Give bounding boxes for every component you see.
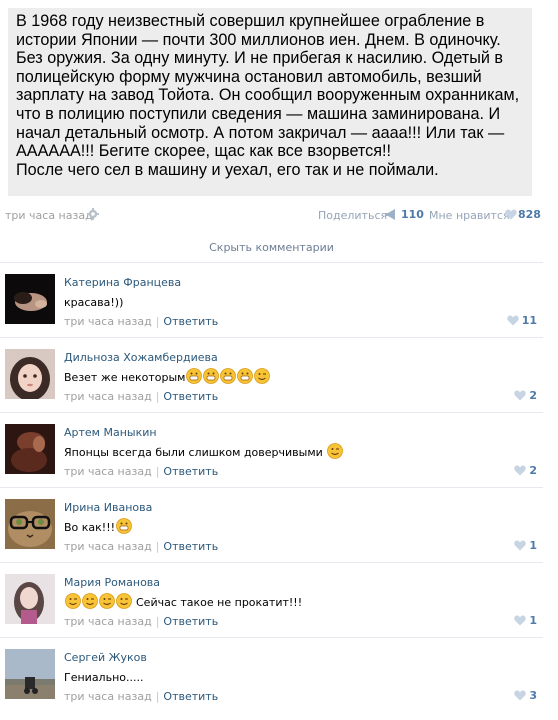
emoji-grin-icon xyxy=(202,367,220,387)
reply-button[interactable]: Ответить xyxy=(163,540,218,553)
comment-text: Гениально..... xyxy=(64,668,143,686)
heart-icon xyxy=(514,465,527,476)
gear-icon[interactable] xyxy=(87,208,99,220)
comment-like-count: 1 xyxy=(529,614,537,627)
comment-text-content: красава!)) xyxy=(64,295,124,309)
emoji-grin-icon xyxy=(185,367,203,387)
comment-time[interactable]: три часа назад xyxy=(64,315,152,328)
comment-text: Во как!!! xyxy=(64,517,132,537)
comment-meta: три часа назад | Ответить xyxy=(64,315,219,328)
comment-like-count: 2 xyxy=(529,464,537,477)
comment-item: Дильноза Хожамбердиева Везет же некоторы… xyxy=(0,337,543,412)
heart-icon xyxy=(514,390,527,401)
heart-icon xyxy=(514,615,527,626)
comment-like-count: 1 xyxy=(529,539,537,552)
heart-icon xyxy=(514,540,527,551)
comment-author[interactable]: Ирина Иванова xyxy=(64,501,152,514)
post-text: В 1968 году неизвестный совершил крупней… xyxy=(16,12,520,179)
comment-text-content: Везет же некоторым xyxy=(64,370,186,384)
comment-like-button[interactable]: 1 xyxy=(514,539,537,552)
comment-like-button[interactable]: 1 xyxy=(514,614,537,627)
post-body: В 1968 году неизвестный совершил крупней… xyxy=(8,8,532,196)
megaphone-icon xyxy=(385,209,395,220)
comments-list: Катерина Францева красава!)) три часа на… xyxy=(0,262,543,712)
emoji-wink-icon xyxy=(64,592,81,612)
comment-time[interactable]: три часа назад xyxy=(64,540,152,553)
avatar[interactable] xyxy=(5,424,55,474)
comment-meta: три часа назад | Ответить xyxy=(64,540,219,553)
comment-author[interactable]: Артем Маныкин xyxy=(64,426,157,439)
emoji-wink-icon xyxy=(98,592,115,612)
comment-text-content: Сейчас такое не прокатит!!! xyxy=(136,595,303,609)
comment-time[interactable]: три часа назад xyxy=(64,615,152,628)
reply-button[interactable]: Ответить xyxy=(163,615,218,628)
avatar[interactable] xyxy=(5,574,55,624)
comment-text: Везет же некоторым xyxy=(64,367,271,387)
comment-item: Артем Маныкин Японцы всегда были слишком… xyxy=(0,412,543,487)
comment-text: красава!)) xyxy=(64,293,123,311)
comment-like-button[interactable]: 11 xyxy=(506,314,537,327)
comment-time[interactable]: три часа назад xyxy=(64,465,152,478)
comment-like-count: 11 xyxy=(521,314,537,327)
comment-item: Ирина Иванова Во как!!! три часа назад | О… xyxy=(0,487,543,562)
emoji-wink-icon xyxy=(115,592,132,612)
comment-author[interactable]: Катерина Францева xyxy=(64,276,181,289)
comment-like-button[interactable]: 2 xyxy=(514,389,537,402)
comment-author[interactable]: Дильноза Хожамбердиева xyxy=(64,351,218,364)
comment-like-count: 3 xyxy=(529,689,537,702)
emoji-wink-icon xyxy=(81,592,98,612)
comment-time[interactable]: три часа назад xyxy=(64,690,152,703)
emoji-wink-icon xyxy=(326,442,343,462)
emoji-grin-icon xyxy=(236,367,254,387)
heart-icon xyxy=(514,690,527,701)
comment-author[interactable]: Сергей Жуков xyxy=(64,651,147,664)
reply-button[interactable]: Ответить xyxy=(163,690,218,703)
comment-item: Мария Романова Сейчас такое не прокатит!… xyxy=(0,562,543,637)
emoji-grin-icon xyxy=(115,517,132,537)
reply-button[interactable]: Ответить xyxy=(163,390,218,403)
share-count: 110 xyxy=(401,208,424,221)
comment-text: Сейчас такое не прокатит!!! xyxy=(64,592,303,612)
hide-comments-link[interactable]: Скрыть комментарии xyxy=(0,241,543,254)
comment-meta: три часа назад | Ответить xyxy=(64,390,219,403)
avatar[interactable] xyxy=(5,349,55,399)
post-time[interactable]: три часа назад xyxy=(5,209,93,222)
comment-item: Катерина Францева красава!)) три часа на… xyxy=(0,262,543,337)
comment-like-button[interactable]: 3 xyxy=(514,689,537,702)
avatar[interactable] xyxy=(5,274,55,324)
comment-text-content: Во как!!! xyxy=(64,520,116,534)
comment-text-content: Японцы всегда были слишком доверчивыми xyxy=(64,445,323,459)
reply-button[interactable]: Ответить xyxy=(163,465,218,478)
share-button[interactable]: Поделиться xyxy=(318,209,387,222)
avatar[interactable] xyxy=(5,499,55,549)
avatar[interactable] xyxy=(5,649,55,699)
emoji-grin-icon xyxy=(219,367,237,387)
comment-meta: три часа назад | Ответить xyxy=(64,465,219,478)
heart-icon xyxy=(506,315,519,326)
comment-item: Сергей Жуков Гениально..... три часа наз… xyxy=(0,637,543,712)
likes-count: 828 xyxy=(518,208,541,221)
comment-time[interactable]: три часа назад xyxy=(64,390,152,403)
comment-like-count: 2 xyxy=(529,389,537,402)
comment-text-content: Гениально..... xyxy=(64,670,144,684)
comment-meta: три часа назад | Ответить xyxy=(64,690,219,703)
comment-author[interactable]: Мария Романова xyxy=(64,576,160,589)
emoji-wink-icon xyxy=(253,367,271,387)
comment-like-button[interactable]: 2 xyxy=(514,464,537,477)
comment-meta: три часа назад | Ответить xyxy=(64,615,219,628)
comment-text: Японцы всегда были слишком доверчивыми xyxy=(64,442,343,462)
post-footer: три часа назад Поделиться 110 Мне нравит… xyxy=(5,207,541,225)
heart-icon[interactable] xyxy=(505,209,517,220)
like-button[interactable]: Мне нравится xyxy=(429,209,510,222)
reply-button[interactable]: Ответить xyxy=(163,315,218,328)
